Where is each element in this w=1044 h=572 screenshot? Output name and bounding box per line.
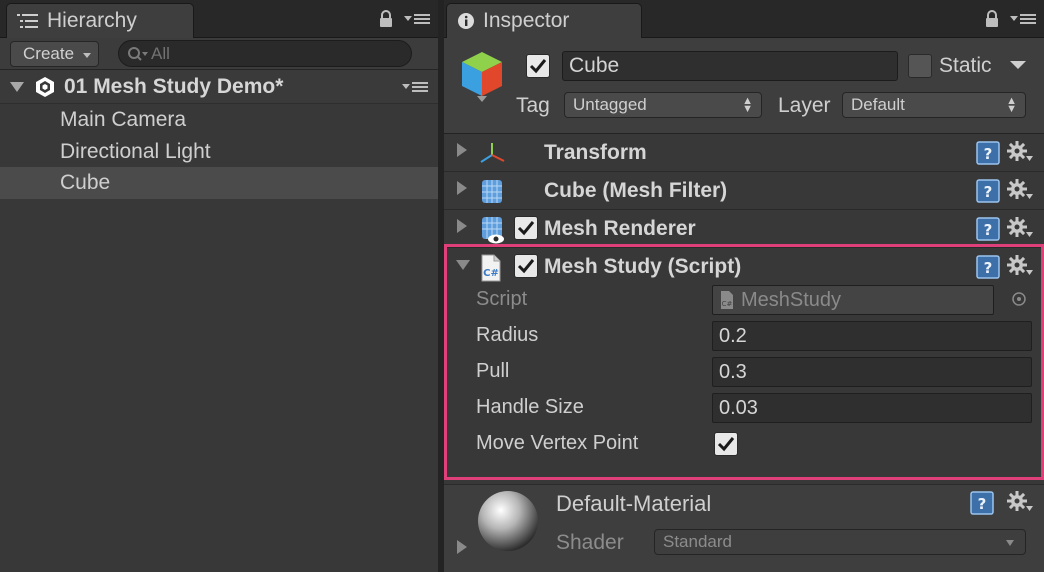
scene-name: 01 Mesh Study Demo* [64, 74, 284, 98]
tag-label: Tag [516, 94, 550, 117]
foldout-arrow-icon[interactable] [456, 181, 468, 200]
search-icon [127, 46, 149, 62]
scene-menu-icon[interactable] [402, 80, 428, 94]
hierarchy-toolbar: Create All [0, 38, 438, 70]
hierarchy-tab[interactable]: Hierarchy [6, 3, 194, 38]
shader-label: Shader [556, 531, 624, 554]
hierarchy-item-directional-light[interactable]: Directional Light [0, 136, 438, 168]
material-sphere-icon [476, 489, 540, 558]
component-transform[interactable]: Transform ? [444, 134, 1044, 172]
info-icon [457, 12, 475, 30]
shader-value: Standard [663, 532, 732, 551]
object-name-value: Cube [569, 54, 620, 77]
help-book-icon[interactable]: ? [976, 179, 1000, 208]
lock-icon[interactable] [984, 10, 1000, 33]
dropdown-arrow-icon [82, 44, 92, 64]
object-name-field[interactable]: Cube [562, 51, 898, 81]
updown-arrow-icon: ▲ ▼ [1006, 95, 1017, 115]
inspector-tab-label: Inspector [483, 9, 570, 32]
active-checkbox[interactable] [526, 54, 550, 78]
gear-icon[interactable] [1006, 140, 1034, 169]
panel-menu-icon[interactable] [1010, 12, 1036, 31]
hierarchy-item-label: Main Camera [60, 108, 187, 131]
mesh-renderer-enabled-checkbox[interactable] [514, 216, 538, 240]
foldout-arrow-icon[interactable] [456, 540, 468, 559]
gear-icon[interactable] [1006, 178, 1034, 207]
updown-arrow-icon: ▲ ▼ [742, 95, 753, 115]
hierarchy-tab-label: Hierarchy [47, 9, 137, 32]
foldout-arrow-icon[interactable] [456, 143, 468, 162]
layer-label: Layer [778, 94, 831, 117]
component-title: Transform [544, 140, 647, 164]
create-button[interactable]: Create [10, 41, 100, 67]
component-title: Cube (Mesh Filter) [544, 178, 728, 202]
help-book-icon[interactable]: ? [976, 141, 1000, 170]
component-mesh-renderer[interactable]: Mesh Renderer ? [444, 210, 1044, 248]
help-book-icon[interactable]: ? [976, 217, 1000, 246]
inspector-tab-tools [984, 10, 1036, 33]
unity-scene-icon [34, 76, 56, 98]
svg-text:?: ? [984, 221, 993, 239]
material-name: Default-Material [556, 491, 712, 516]
hierarchy-item-cube[interactable]: Cube [0, 167, 438, 199]
hierarchy-list-icon [17, 13, 39, 29]
transform-icon [478, 139, 508, 172]
scene-row[interactable]: 01 Mesh Study Demo* [0, 70, 438, 104]
material-section: Default-Material ? Shader Standard [444, 484, 1044, 572]
component-title: Mesh Renderer [544, 216, 696, 240]
foldout-arrow-icon[interactable] [456, 219, 468, 238]
hierarchy-tab-tools [378, 10, 430, 33]
panel-menu-icon[interactable] [404, 12, 430, 31]
hierarchy-panel: Hierarchy Create All 01 Mesh Study Demo*… [0, 0, 438, 572]
inspector-panel: Inspector Cube Static Tag Untagged ▲ ▼ L… [444, 0, 1044, 572]
dropdown-arrow-icon [1005, 539, 1015, 547]
svg-text:?: ? [984, 183, 993, 201]
gameobject-cube-icon [458, 50, 506, 109]
static-label: Static [939, 54, 992, 77]
hierarchy-item-label: Cube [60, 171, 111, 194]
gear-icon[interactable] [1006, 216, 1034, 245]
static-dropdown-icon[interactable] [1010, 60, 1026, 70]
lock-icon[interactable] [378, 10, 394, 33]
search-placeholder: All [151, 43, 170, 63]
shader-dropdown[interactable]: Standard [654, 529, 1026, 555]
mesh-filter-icon [478, 177, 508, 210]
inspector-tab[interactable]: Inspector [446, 3, 642, 38]
scene-foldout-icon[interactable] [10, 81, 24, 93]
svg-text:?: ? [984, 145, 993, 163]
gameobject-header: Cube Static Tag Untagged ▲ ▼ Layer Defaul… [444, 38, 1044, 134]
search-input[interactable]: All [118, 40, 412, 67]
hierarchy-item-main-camera[interactable]: Main Camera [0, 104, 438, 136]
hierarchy-item-label: Directional Light [60, 140, 211, 163]
hierarchy-tabbar: Hierarchy [0, 0, 438, 38]
gear-icon[interactable] [1006, 490, 1034, 519]
layer-value: Default [851, 95, 905, 114]
highlight-box [444, 244, 1044, 480]
tag-value: Untagged [573, 95, 647, 114]
inspector-tabbar: Inspector [444, 0, 1044, 38]
component-mesh-filter[interactable]: Cube (Mesh Filter) ? [444, 172, 1044, 210]
static-checkbox[interactable] [908, 54, 932, 78]
help-book-icon[interactable]: ? [970, 491, 994, 520]
svg-text:?: ? [978, 495, 987, 513]
layer-dropdown[interactable]: Default ▲ ▼ [842, 92, 1026, 118]
create-button-label: Create [23, 44, 75, 63]
tag-dropdown[interactable]: Untagged ▲ ▼ [564, 92, 762, 118]
